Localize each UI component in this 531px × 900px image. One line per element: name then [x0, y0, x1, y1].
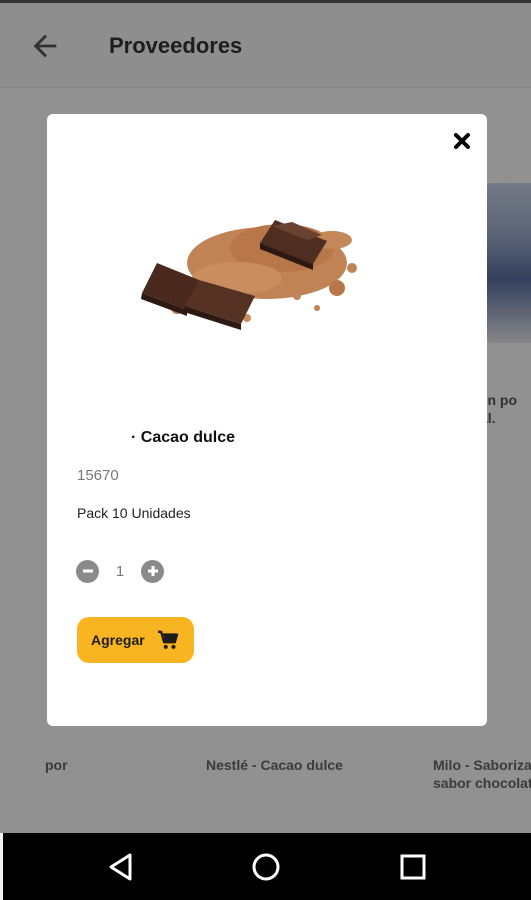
cart-icon — [157, 630, 178, 649]
close-icon — [454, 133, 470, 149]
add-button-label: Agregar — [91, 632, 145, 648]
plus-icon — [147, 566, 158, 576]
quantity-value: 1 — [115, 562, 125, 580]
product-name: · Cacao dulce — [131, 429, 236, 446]
quantity-stepper: 1 — [76, 558, 164, 584]
system-navigation-bar — [3, 833, 531, 900]
product-pack: Pack 10 Unidades — [77, 505, 191, 521]
nav-back-icon[interactable] — [106, 851, 138, 883]
increase-quantity-button[interactable] — [141, 559, 164, 583]
add-to-cart-button[interactable]: Agregar — [77, 617, 194, 663]
product-code: 15670 — [77, 467, 119, 484]
close-button[interactable] — [451, 130, 473, 152]
product-image — [141, 220, 357, 330]
product-modal: · Cacao dulce 15670 Pack 10 Unidades 1 A… — [47, 114, 487, 726]
nav-home-icon[interactable] — [250, 851, 282, 883]
nav-recents-icon[interactable] — [397, 851, 429, 883]
decrease-quantity-button[interactable] — [76, 559, 99, 583]
minus-icon — [82, 569, 93, 573]
